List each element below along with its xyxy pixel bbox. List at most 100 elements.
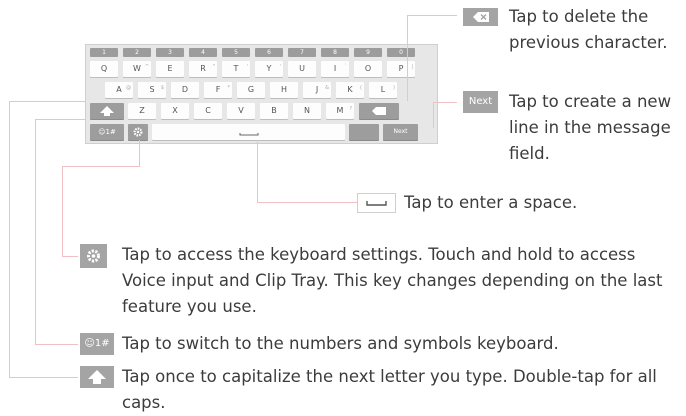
key-label: A	[116, 85, 122, 94]
letter-key[interactable]: Y '	[255, 61, 283, 77]
symbols-leader-line-vertical	[35, 119, 36, 344]
letter-key[interactable]: N	[293, 103, 321, 119]
shift-icon	[100, 106, 114, 116]
symbols-callout-text: Tap to switch to the numbers and symbols…	[122, 334, 559, 353]
number-key[interactable]: 7	[288, 48, 316, 57]
key-alt-symbol: &	[325, 85, 329, 91]
letter-key[interactable]: F *	[204, 82, 232, 98]
settings-key[interactable]	[128, 124, 148, 140]
key-label: F	[215, 85, 221, 94]
key-label: K	[347, 85, 353, 94]
key-alt-symbol: `	[344, 64, 348, 70]
key-label: X	[172, 106, 178, 115]
letter-key[interactable]: Q	[90, 61, 118, 77]
shift-leader-line-top	[9, 101, 85, 102]
key-label: O	[364, 64, 372, 73]
key-label: Y	[266, 64, 272, 73]
letter-key[interactable]: J &	[303, 82, 331, 98]
symbols-callout-icon: ☺1#	[80, 333, 114, 355]
delete-key[interactable]	[359, 103, 399, 119]
number-key[interactable]: 8	[321, 48, 349, 57]
letter-key[interactable]: M?	[326, 103, 354, 119]
number-key[interactable]: 6	[255, 48, 283, 57]
settings-callout-icon	[80, 244, 107, 268]
space-leader-line	[257, 202, 357, 203]
key-label: B	[271, 106, 277, 115]
key-label: G	[247, 85, 255, 94]
shift-leader-line-vertical	[9, 101, 10, 377]
key-alt-symbol: *	[227, 85, 231, 91]
letter-key[interactable]: C	[194, 103, 222, 119]
shift-key[interactable]	[90, 103, 124, 119]
delete-callout-text: Tap to delete the previous character.	[509, 7, 668, 52]
number-key[interactable]: 9	[354, 48, 382, 57]
key-label: J	[315, 85, 319, 94]
letter-key[interactable]: T '	[222, 61, 250, 77]
key-label: I	[333, 64, 337, 73]
shift-callout-icon	[80, 366, 114, 388]
letter-key[interactable]: X	[161, 103, 189, 119]
letter-key[interactable]: O	[354, 61, 382, 77]
period-key[interactable]	[349, 124, 379, 140]
number-key[interactable]: 4	[189, 48, 217, 57]
letter-key[interactable]: G	[237, 82, 265, 98]
number-key[interactable]: 2	[123, 48, 151, 57]
letter-key[interactable]: I `	[321, 61, 349, 77]
gear-icon	[87, 249, 100, 263]
space-callout-icon	[357, 193, 396, 213]
next-leader-line	[433, 102, 457, 103]
letter-key[interactable]: L)	[369, 82, 397, 98]
keyboard-illustration: 1234567890 Q W ^ E R " T ' Y ' U I ` O P | A @ S $ D F * G H J & K…	[85, 44, 438, 144]
key-label: H	[280, 85, 287, 94]
settings-leader-line	[62, 256, 78, 257]
letter-key[interactable]: A @	[105, 82, 133, 98]
next-key[interactable]: Next	[383, 124, 418, 140]
key-alt-symbol: |	[411, 64, 413, 70]
bottom-key-row: ☺1# Next	[90, 124, 418, 140]
key-alt-symbol: '	[279, 64, 281, 70]
space-bar-icon	[366, 201, 387, 206]
number-key[interactable]: 1	[90, 48, 118, 57]
space-leader-line-vertical	[257, 140, 258, 202]
letter-key[interactable]: P |	[387, 61, 415, 77]
key-label: P	[398, 64, 404, 73]
letter-key[interactable]: W ^	[123, 61, 151, 77]
space-key[interactable]	[152, 124, 345, 140]
letter-key[interactable]: H	[270, 82, 298, 98]
key-label: D	[181, 85, 189, 94]
key-label: T	[233, 64, 239, 73]
number-key[interactable]: 5	[222, 48, 250, 57]
settings-leader-line-key	[139, 140, 140, 167]
key-alt-symbol: '	[246, 64, 248, 70]
key-label: S	[149, 85, 155, 94]
letter-key[interactable]: E	[156, 61, 184, 77]
number-key[interactable]: 3	[156, 48, 184, 57]
letter-key[interactable]: V	[227, 103, 255, 119]
settings-leader-line-top	[62, 166, 140, 167]
letter-key[interactable]: U	[288, 61, 316, 77]
delete-callout-icon	[463, 8, 498, 26]
key-label: M	[336, 106, 344, 115]
settings-leader-line-vertical	[62, 166, 63, 256]
symbols-leader-line-top	[35, 119, 85, 120]
letter-key[interactable]: B	[260, 103, 288, 119]
key-alt-symbol: "	[212, 64, 215, 70]
delete-leader-line	[407, 15, 457, 16]
delete-leader-line-vertical	[407, 15, 408, 101]
letter-key[interactable]: K(	[336, 82, 364, 98]
letter-key[interactable]: Z	[128, 103, 156, 119]
letter-key[interactable]: S $	[138, 82, 166, 98]
key-label: Q	[100, 64, 108, 73]
letter-key[interactable]: D	[171, 82, 199, 98]
letter-key[interactable]: R "	[189, 61, 217, 77]
shift-callout-text: Tap once to capitalize the next letter y…	[122, 367, 657, 412]
key-alt-symbol: ?	[349, 106, 352, 112]
symbols-key[interactable]: ☺1#	[90, 124, 124, 140]
key-label: C	[205, 106, 211, 115]
qwerty-row-3: Z X C V B N M?	[90, 103, 399, 119]
key-alt-symbol: )	[393, 85, 395, 91]
key-label: N	[304, 106, 310, 115]
key-alt-symbol: (	[360, 85, 362, 91]
number-key[interactable]: 0	[387, 48, 415, 57]
qwerty-row-1: Q W ^ E R " T ' Y ' U I ` O P |	[90, 61, 420, 77]
